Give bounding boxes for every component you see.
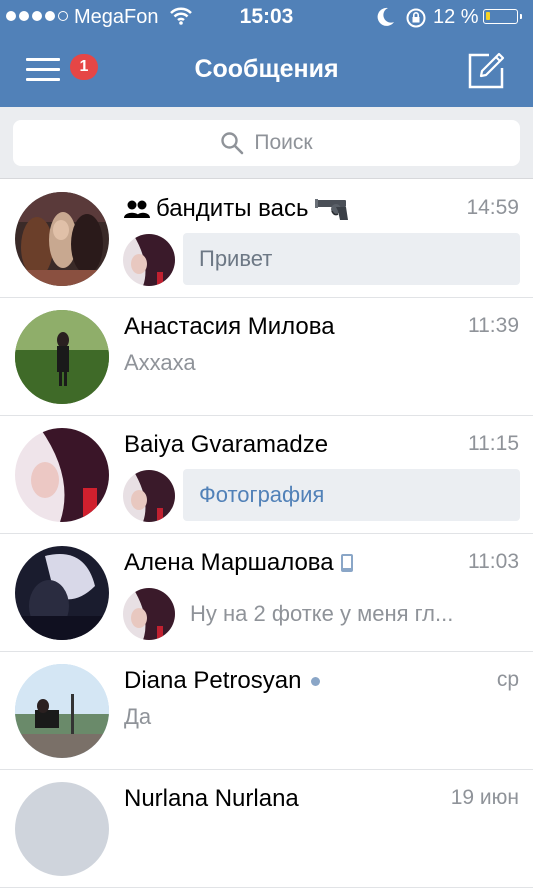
- conversation-time: 14:59: [466, 196, 519, 219]
- message-preview: Ну на 2 фотке у меня гл...: [190, 601, 454, 626]
- conversation-time: 11:39: [468, 314, 519, 337]
- conversation-time: ср: [496, 668, 519, 691]
- avatar: [15, 428, 109, 522]
- pistol-emoji-icon: [315, 199, 349, 220]
- avatar: [15, 664, 109, 758]
- conversation-name: Nurlana Nurlana: [124, 785, 299, 812]
- avatar: [15, 546, 109, 640]
- battery-icon: [483, 9, 522, 24]
- status-bar: MegaFon 15:03 12 %: [0, 0, 533, 36]
- search-icon: [221, 132, 244, 155]
- message-preview: Да: [124, 704, 152, 729]
- rotation-lock-icon: [406, 8, 426, 28]
- online-indicator: [311, 676, 321, 686]
- compose-icon[interactable]: [467, 50, 507, 90]
- sender-avatar: [123, 470, 175, 522]
- avatar: [15, 782, 109, 876]
- search-input[interactable]: Поиск: [13, 120, 520, 166]
- avatar: [15, 192, 109, 286]
- conversation-row[interactable]: бандиты вась 14:59 Привет: [0, 180, 533, 298]
- mobile-online-icon: [340, 554, 353, 572]
- conversation-name: бандиты вась: [124, 195, 350, 223]
- conversation-row[interactable]: Baiya Gvaramadze 11:15 Фотография: [0, 416, 533, 534]
- conversation-name: Алена Маршалова: [124, 549, 354, 577]
- message-bubble[interactable]: Фотография: [183, 469, 520, 521]
- conversation-name: Анастасия Милова: [124, 313, 335, 340]
- conversation-list: бандиты вась 14:59 Привет Анастасия Мило…: [0, 180, 533, 888]
- conversation-time: 19 июн: [450, 786, 519, 809]
- conversation-name: Baiya Gvaramadze: [124, 431, 329, 458]
- avatar: [15, 310, 109, 404]
- conversation-row[interactable]: Анастасия Милова 11:39 Аххаха: [0, 298, 533, 416]
- nav-bar: 1 Сообщения: [0, 36, 533, 107]
- top-bar: MegaFon 15:03 12 % 1 Сообщения: [0, 0, 533, 107]
- sender-avatar: [123, 588, 175, 640]
- search-bar: Поиск: [0, 107, 533, 179]
- search-placeholder: Поиск: [254, 131, 313, 154]
- conversation-time: 11:03: [468, 550, 519, 573]
- conversation-name: Diana Petrosyan: [124, 667, 321, 695]
- page-title: Сообщения: [194, 55, 339, 83]
- sender-avatar: [123, 234, 175, 286]
- message-bubble: Привет: [183, 233, 520, 285]
- conversation-time: 11:15: [468, 432, 519, 455]
- battery-percent: 12 %: [433, 6, 479, 28]
- group-icon: [124, 200, 150, 218]
- conversation-row[interactable]: Diana Petrosyan ср Да: [0, 652, 533, 770]
- conversation-row[interactable]: Nurlana Nurlana 19 июн: [0, 770, 533, 888]
- conversation-row[interactable]: Алена Маршалова 11:03 Ну на 2 фотке у ме…: [0, 534, 533, 652]
- moon-icon: [377, 7, 394, 26]
- message-preview: Аххаха: [124, 350, 196, 375]
